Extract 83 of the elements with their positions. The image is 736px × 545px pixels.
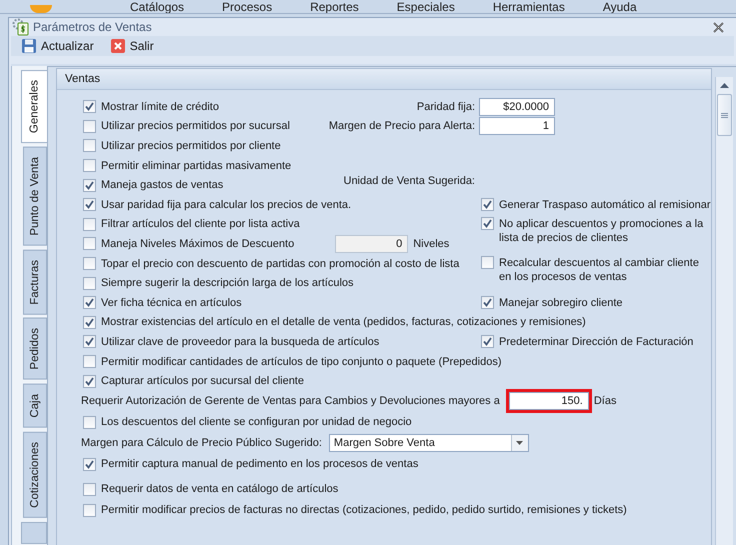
tab[interactable]: Facturas bbox=[23, 250, 47, 314]
caret-icon bbox=[516, 441, 524, 446]
tab[interactable]: Generales bbox=[21, 70, 48, 144]
checkbox[interactable] bbox=[83, 374, 96, 388]
tab[interactable] bbox=[21, 522, 47, 544]
option-label: Utilizar precios permitidos por sucursal bbox=[101, 120, 290, 132]
checkbox[interactable] bbox=[83, 316, 96, 329]
option-label: Permitir modificar precios de facturas no directas (cotizaciones, pedido, pedido surtido, remisiones y tickets) bbox=[101, 504, 627, 516]
field-label: Paridad fija: bbox=[416, 100, 475, 113]
levels-unit: Niveles bbox=[413, 238, 450, 250]
checkbox[interactable] bbox=[83, 276, 96, 290]
checkbox[interactable] bbox=[83, 504, 96, 517]
option-label: Generar Traspaso automático al remisionar bbox=[499, 198, 711, 212]
field-label: Unidad de Venta Sugerida: bbox=[344, 175, 475, 188]
menu-item[interactable]: Procesos bbox=[222, 0, 272, 13]
option-label: Filtrar artículos del cliente por lista activa bbox=[101, 218, 300, 230]
menu-item[interactable]: Herramientas bbox=[492, 0, 565, 13]
field-label: Margen de Precio para Alerta: bbox=[328, 120, 475, 132]
toolbar-button[interactable]: Salir bbox=[108, 36, 156, 56]
field-label: Margen para Cálculo de Precio Público Sugerido: bbox=[81, 437, 322, 450]
checkbox[interactable] bbox=[83, 178, 96, 192]
checkbox[interactable] bbox=[83, 482, 96, 496]
option-label: Permitir captura manual de pedimento en los procesos de ventas bbox=[101, 458, 418, 470]
checkbox[interactable] bbox=[83, 416, 96, 429]
option-label: Predeterminar Dirección de Facturación bbox=[499, 334, 694, 349]
scrollbar-thumb[interactable] bbox=[717, 94, 732, 136]
tab[interactable]: Cotizaciones bbox=[23, 432, 47, 518]
checkbox[interactable] bbox=[83, 335, 96, 348]
checkbox[interactable] bbox=[83, 120, 96, 133]
checkbox[interactable] bbox=[83, 458, 96, 471]
option-label: Permitir eliminar partidas masivamente bbox=[101, 160, 292, 172]
days-unit: Días bbox=[594, 395, 616, 408]
option-label: Utilizar precios permitidos por cliente bbox=[101, 140, 281, 152]
grip-icon bbox=[721, 112, 728, 118]
checkbox[interactable] bbox=[481, 334, 494, 348]
toolbar-button[interactable]: Actualizar bbox=[19, 36, 96, 56]
margin-dropdown[interactable]: Margen Sobre Venta bbox=[328, 434, 529, 452]
gear-money-icon bbox=[12, 18, 30, 36]
option-label: Topar el precio con descuento de partidas con promoción al costo de lista bbox=[101, 258, 460, 270]
value-field[interactable]: $20.0000 bbox=[479, 98, 555, 116]
option-label: No aplicar descuentos y promociones a la lista de precios de clientes bbox=[499, 216, 704, 245]
checkbox[interactable] bbox=[481, 198, 494, 211]
checkbox[interactable] bbox=[481, 216, 494, 230]
tab[interactable]: Caja bbox=[23, 384, 47, 428]
option-label: Maneja Niveles Máximos de Descuento bbox=[101, 238, 294, 250]
checkbox[interactable] bbox=[481, 256, 494, 269]
checkbox[interactable] bbox=[83, 296, 96, 310]
save-icon bbox=[21, 38, 37, 54]
checkbox[interactable] bbox=[83, 237, 96, 250]
close-icon bbox=[110, 38, 126, 54]
tab[interactable]: Punto de Venta bbox=[23, 147, 47, 246]
scroll-up-icon[interactable] bbox=[720, 83, 729, 88]
close-icon[interactable] bbox=[713, 22, 724, 32]
option-label: Los descuentos del cliente se configuran por unidad de negocio bbox=[101, 416, 412, 428]
option-label: Permitir modificar cantidades de artículos de tipo conjunto o paquete (Prepedidos) bbox=[101, 356, 502, 368]
option-label: Siempre sugerir la descripción larga de los artículos bbox=[101, 277, 354, 290]
value-field[interactable]: 1 bbox=[479, 117, 555, 136]
checkbox[interactable] bbox=[83, 159, 96, 172]
group-title: Ventas bbox=[57, 69, 711, 90]
option-label: Capturar artículos por sucursal del cliente bbox=[101, 375, 304, 388]
checkbox[interactable] bbox=[481, 296, 494, 309]
option-label: Recalcular descuentos al cambiar cliente en los procesos de ventas bbox=[499, 256, 700, 284]
option-label: Manejar sobregiro cliente bbox=[499, 296, 623, 310]
option-label: Maneja gastos de ventas bbox=[101, 179, 224, 192]
option-label: Requerir datos de venta en catálogo de artículos bbox=[101, 483, 338, 496]
checkbox[interactable] bbox=[83, 355, 96, 368]
option-label: Utilizar clave de proveedor para la busqueda de artículos bbox=[101, 336, 380, 348]
levels-field[interactable]: 0 bbox=[335, 234, 408, 253]
checkbox[interactable] bbox=[83, 198, 96, 212]
field-label: Requerir Autorización de Gerente de Ventas para Cambios y Devoluciones mayores a bbox=[81, 395, 500, 408]
option-label: Mostrar límite de crédito bbox=[101, 100, 219, 113]
checkbox[interactable] bbox=[83, 257, 96, 270]
window-title: Parámetros de Ventas bbox=[33, 20, 153, 34]
option-label: Ver ficha técnica en artículos bbox=[101, 296, 242, 309]
tab[interactable]: Pedidos bbox=[23, 318, 47, 380]
option-label: Usar paridad fija para calcular los precios de venta. bbox=[101, 198, 352, 211]
option-label: Mostrar existencias del artículo en el detalle de venta (pedidos, facturas, cotizaciones y remisiones) bbox=[101, 316, 586, 328]
checkbox[interactable] bbox=[83, 100, 96, 114]
days-field[interactable]: 150. bbox=[508, 392, 589, 410]
scrollbar[interactable] bbox=[715, 77, 733, 545]
checkbox[interactable] bbox=[83, 139, 96, 152]
app-logo-icon bbox=[30, 5, 52, 13]
checkbox[interactable] bbox=[83, 218, 96, 231]
